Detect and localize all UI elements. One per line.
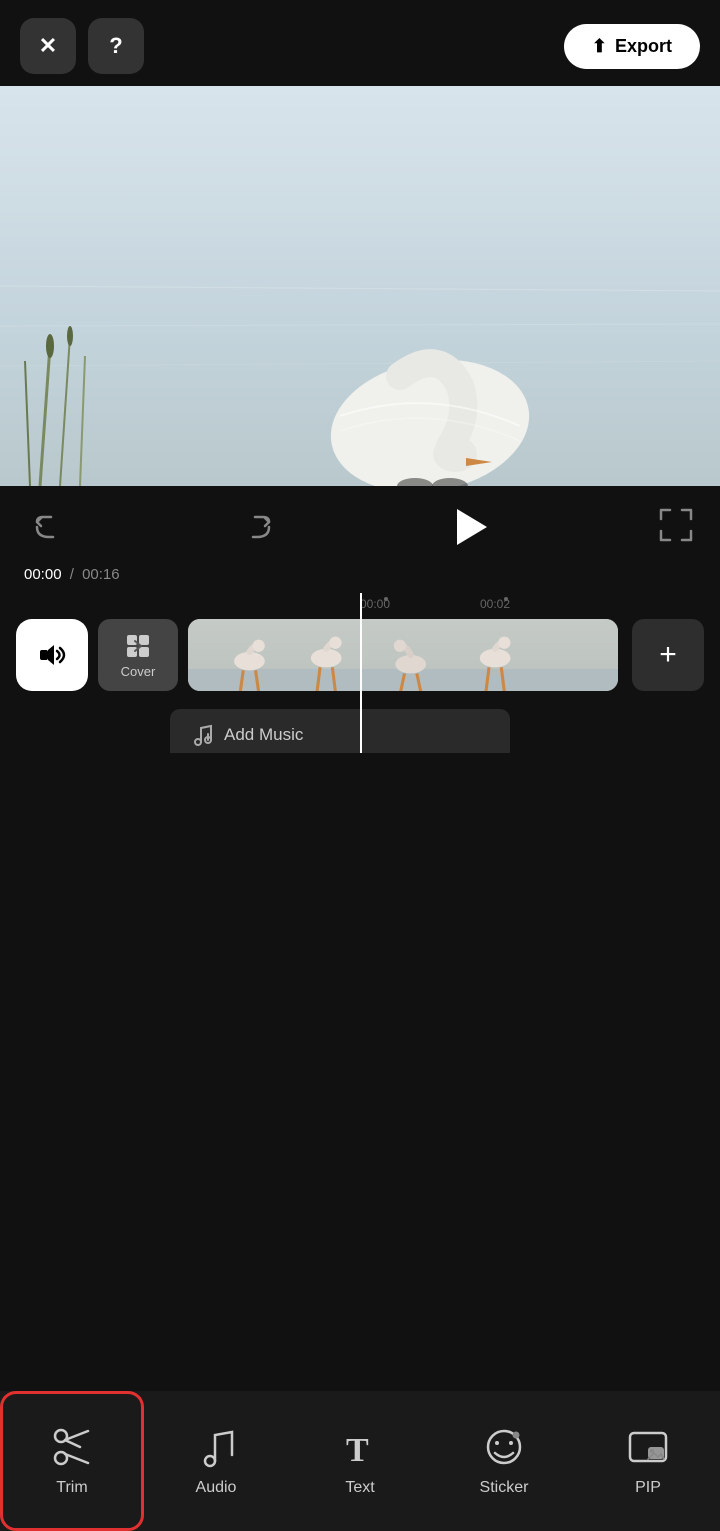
cover-button[interactable]: Cover (98, 619, 178, 691)
tool-audio[interactable]: Audio (144, 1391, 288, 1531)
ruler-dot-2 (504, 597, 508, 601)
redo-button[interactable] (238, 505, 282, 549)
tool-sticker[interactable]: Sticker (432, 1391, 576, 1531)
add-music-button[interactable]: Add Music (170, 709, 510, 753)
tool-audio-label: Audio (196, 1479, 237, 1497)
volume-button[interactable] (16, 619, 88, 691)
playhead-line[interactable] (360, 593, 362, 753)
export-label: Export (615, 36, 672, 57)
controls-area (0, 486, 720, 562)
video-preview (0, 86, 720, 486)
export-icon: ⬆ (592, 36, 607, 57)
timeline-header: 00:00 / 00:16 (0, 562, 720, 593)
play-button[interactable] (442, 500, 496, 554)
current-time: 00:00 (24, 566, 62, 583)
close-button[interactable]: ✕ (20, 18, 76, 74)
time-display: 00:00 / 00:16 (24, 566, 120, 583)
undo-button[interactable] (24, 505, 68, 549)
video-strip[interactable] (188, 619, 618, 691)
timeline-area[interactable]: 00:00 00:02 Cover (0, 593, 720, 753)
help-button[interactable]: ? (88, 18, 144, 74)
add-clip-button[interactable]: + (632, 619, 704, 691)
add-music-label: Add Music (224, 725, 303, 745)
top-bar-left: ✕ ? (20, 18, 144, 74)
ruler-dot-1 (384, 597, 388, 601)
bottom-toolbar: Trim Audio T Text Sticker (0, 1391, 720, 1531)
tool-trim-label: Trim (56, 1479, 87, 1497)
tool-trim[interactable]: Trim (0, 1391, 144, 1531)
tool-text[interactable]: T Text (288, 1391, 432, 1531)
tool-pip[interactable]: PIP (576, 1391, 720, 1531)
svg-text:T: T (346, 1432, 369, 1469)
total-time: 00:16 (82, 566, 120, 583)
cover-label: Cover (121, 664, 156, 679)
tool-pip-label: PIP (635, 1479, 661, 1497)
top-bar: ✕ ? ⬆ Export (0, 0, 720, 86)
tool-sticker-label: Sticker (480, 1479, 529, 1497)
export-button[interactable]: ⬆ Export (564, 24, 700, 69)
time-separator: / (70, 566, 74, 583)
empty-space (0, 753, 720, 1391)
fullscreen-button[interactable] (656, 505, 696, 550)
tool-text-label: Text (345, 1479, 374, 1497)
